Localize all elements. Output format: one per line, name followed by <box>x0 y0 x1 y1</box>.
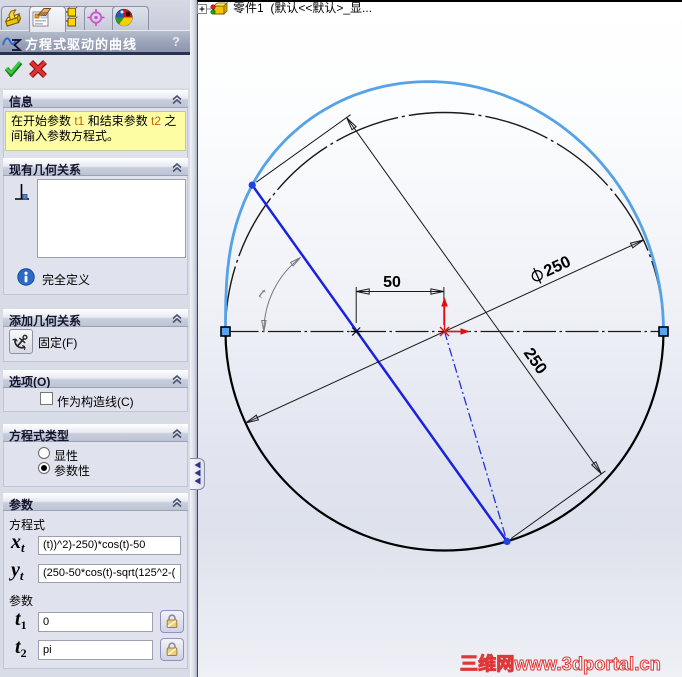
svg-text:250: 250 <box>520 345 551 378</box>
svg-text:50: 50 <box>383 274 401 291</box>
svg-text:t: t <box>256 285 269 302</box>
svg-text:250: 250 <box>541 253 574 281</box>
